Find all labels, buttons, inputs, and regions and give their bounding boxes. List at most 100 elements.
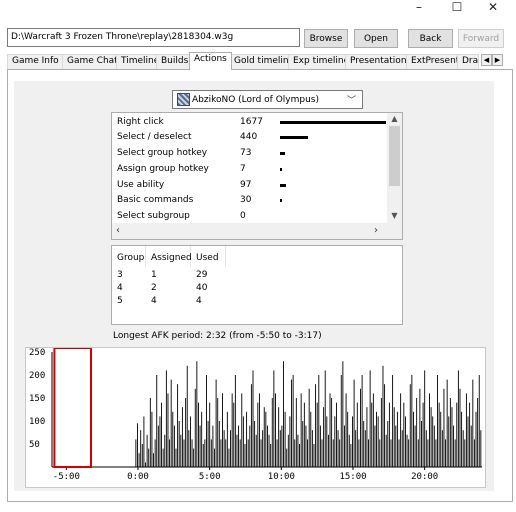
apm-bar (164, 434, 166, 467)
apm-bar (321, 439, 323, 467)
apm-bar (297, 434, 299, 467)
apm-bar (231, 393, 233, 467)
apm-bar (441, 430, 443, 467)
apm-bar (340, 375, 342, 467)
scroll-thumb[interactable] (389, 126, 400, 186)
apm-bar (173, 425, 175, 467)
table-cell: 40 (196, 283, 208, 293)
action-count: 1677 (240, 117, 263, 127)
tab-scroll-left-button[interactable]: ◀ (481, 54, 492, 66)
back-button[interactable]: Back (408, 29, 453, 48)
apm-bar (337, 430, 339, 467)
apm-bar (445, 439, 446, 467)
tab-presentation[interactable]: Presentation (345, 54, 412, 69)
apm-bar (313, 444, 315, 467)
player-select[interactable]: AbzikoNO (Lord of Olympus) ﹀ (172, 90, 363, 109)
apm-bar (437, 375, 438, 467)
apm-bar (180, 434, 182, 467)
apm-bar (480, 430, 482, 467)
maximize-button[interactable]: ☐ (440, 0, 474, 14)
apm-bar (392, 375, 394, 467)
apm-bar (470, 425, 472, 467)
apm-bar (226, 411, 228, 467)
tab-actions[interactable]: Actions (189, 52, 232, 70)
action-list[interactable]: Right click 1677 Select / deselect 440 S… (111, 112, 403, 240)
apm-bar (299, 444, 300, 467)
action-row: Select / deselect 440 (112, 130, 388, 145)
apm-bar (191, 439, 193, 467)
apm-bar (153, 453, 154, 467)
apm-bar (344, 425, 345, 467)
apm-bar (382, 365, 384, 467)
apm-bar (387, 421, 389, 467)
apm-bar (361, 375, 363, 467)
action-list-horizontal-scrollbar[interactable]: ‹ › (112, 223, 402, 239)
apm-bar (456, 402, 458, 467)
apm-bar (363, 421, 365, 467)
apm-bar (222, 393, 223, 467)
forward-button[interactable]: Forward (458, 29, 504, 48)
apm-bar (384, 384, 386, 467)
chevron-up-icon[interactable]: ▲ (387, 114, 402, 123)
apm-bar (228, 448, 230, 467)
apm-bar (473, 439, 475, 467)
apm-bar (414, 425, 416, 467)
table-cell: 4 (117, 283, 123, 293)
open-button[interactable]: Open (354, 29, 398, 48)
apm-bar (433, 425, 435, 467)
apm-bar (356, 402, 358, 467)
apm-bar (323, 407, 325, 467)
apm-bar (416, 398, 418, 467)
group-hotkey-table[interactable]: Group Assigned Used 3 1 29 4 2 40 5 4 4 (111, 245, 403, 325)
apm-bar (294, 439, 296, 467)
apm-bar (265, 411, 267, 467)
apm-bar (453, 425, 455, 467)
apm-bar (360, 388, 361, 467)
apm-bar (393, 407, 395, 467)
apm-bar (172, 411, 174, 467)
tab-dra[interactable]: Dra (457, 54, 479, 69)
apm-bar (406, 434, 408, 467)
apm-bar (475, 411, 477, 467)
column-header-group[interactable]: Group (117, 253, 144, 263)
tab-builds[interactable]: Builds (156, 54, 194, 69)
action-count: 97 (240, 180, 252, 190)
action-list-vertical-scrollbar[interactable]: ▲ ▼ (387, 113, 402, 224)
apm-bar (324, 370, 326, 467)
action-name: Select subgroup (117, 211, 190, 221)
apm-bar (177, 384, 179, 467)
column-header-used[interactable]: Used (196, 253, 219, 263)
x-tick-label: 15:00 (339, 472, 366, 482)
tab-extpresent[interactable]: ExtPresent (406, 54, 465, 69)
apm-bar (212, 425, 214, 467)
apm-bar (267, 425, 268, 467)
apm-bar (440, 411, 442, 467)
x-tick-label: 20:00 (411, 472, 438, 482)
close-button[interactable]: ✕ (476, 0, 510, 14)
apm-bar (196, 361, 198, 467)
apm-bar (244, 444, 246, 467)
action-row: Select group hotkey 73 (112, 146, 388, 161)
apm-bar (252, 370, 254, 467)
chevron-left-icon[interactable]: ‹ (116, 225, 120, 236)
x-tick-label: -5:00 (53, 472, 80, 482)
action-bar (280, 136, 308, 139)
chevron-down-icon: ﹀ (346, 96, 356, 106)
chevron-down-icon[interactable]: ▼ (387, 211, 402, 220)
tab-game-chat[interactable]: Game Chat (62, 54, 123, 69)
replay-path-input[interactable]: D:\Warcraft 3 Frozen Throne\replay\28183… (7, 28, 300, 47)
apm-bar (239, 439, 241, 467)
apm-bar (279, 430, 281, 467)
action-count: 440 (240, 132, 258, 142)
action-row: Select subgroup 0 (112, 209, 388, 224)
chevron-right-icon[interactable]: › (374, 225, 378, 236)
tab-scroll-right-button[interactable]: ▶ (492, 54, 503, 66)
apm-bar (422, 402, 424, 467)
tab-game-info[interactable]: Game Info (7, 54, 64, 69)
apm-bar (459, 388, 461, 467)
column-header-assigned[interactable]: Assigned (151, 253, 192, 263)
minimize-button[interactable]: – (402, 0, 436, 14)
apm-bar (250, 384, 252, 467)
apm-bar (478, 375, 480, 467)
browse-button[interactable]: Browse (304, 29, 348, 48)
